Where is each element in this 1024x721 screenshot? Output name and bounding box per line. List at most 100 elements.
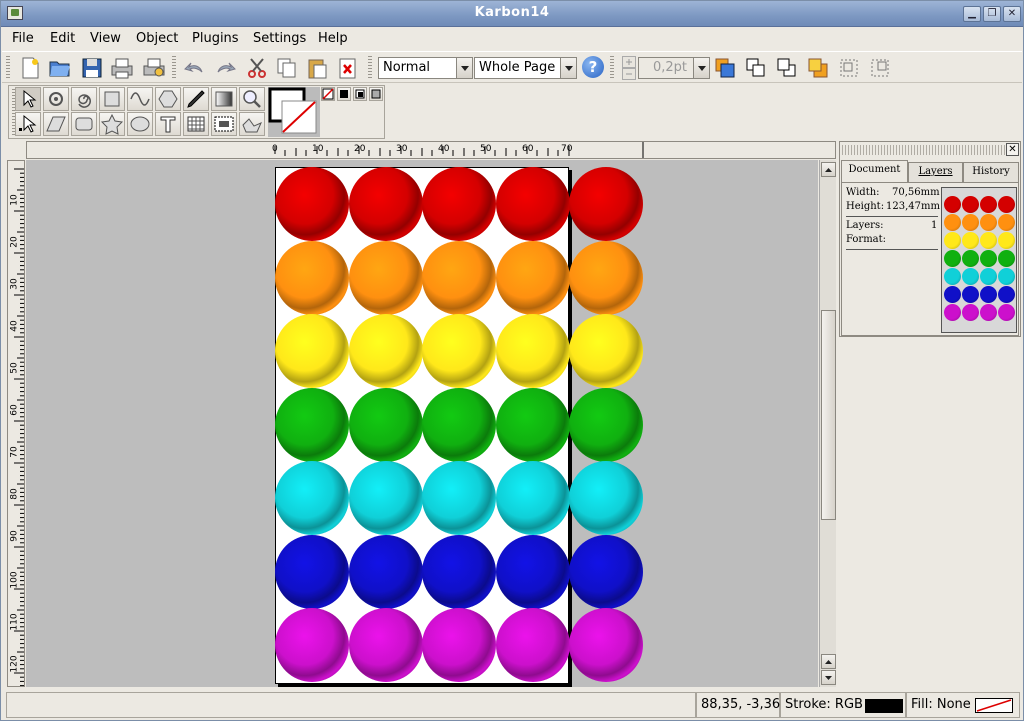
color-circle[interactable] <box>275 167 349 241</box>
toolbar-grip[interactable] <box>6 56 10 80</box>
color-circle[interactable] <box>495 314 570 388</box>
fill-indicator[interactable]: Fill: None <box>906 692 1020 718</box>
color-circle[interactable] <box>495 167 570 241</box>
blend-mode-select[interactable]: Normal <box>378 57 473 79</box>
menu-object[interactable]: Object <box>136 31 178 46</box>
color-circle[interactable] <box>348 240 423 315</box>
color-circle[interactable] <box>422 461 496 535</box>
menu-help[interactable]: Help <box>318 31 348 46</box>
stroke-width-field[interactable]: 0,2pt <box>638 57 710 79</box>
text-tool[interactable] <box>155 112 181 136</box>
shear-tool[interactable] <box>43 112 69 136</box>
select-tool[interactable] <box>15 87 41 111</box>
page-thumbnail[interactable] <box>941 187 1017 333</box>
color-circle[interactable] <box>275 608 349 682</box>
color-circle[interactable] <box>569 167 643 241</box>
color-circle[interactable] <box>495 240 570 315</box>
menu-edit[interactable]: Edit <box>50 31 75 46</box>
scroll-up-button[interactable] <box>821 162 836 177</box>
color-circle[interactable] <box>348 461 423 535</box>
delete-icon[interactable] <box>336 56 360 80</box>
vertical-scrollbar[interactable] <box>819 160 836 687</box>
color-circle[interactable] <box>275 314 349 388</box>
print-icon[interactable] <box>110 56 134 80</box>
minimize-button[interactable]: ▁ <box>963 6 981 22</box>
chevron-down-icon[interactable] <box>560 58 576 78</box>
stroke-width-stepper[interactable] <box>622 56 636 80</box>
zoom-tool[interactable] <box>239 87 265 111</box>
color-circle[interactable] <box>348 387 423 462</box>
color-circle[interactable] <box>569 461 643 535</box>
color-circle[interactable] <box>569 387 643 462</box>
stroke-fill-color-well[interactable] <box>268 87 320 137</box>
chevron-down-icon[interactable] <box>693 58 709 78</box>
color-circle[interactable] <box>495 534 570 609</box>
ungroup-icon[interactable] <box>868 56 892 80</box>
color-circle[interactable] <box>495 608 570 682</box>
lower-icon[interactable] <box>775 56 799 80</box>
color-circle[interactable] <box>569 314 643 388</box>
rotate-tool[interactable] <box>43 87 69 111</box>
color-circle[interactable] <box>422 314 496 388</box>
polygon-tool[interactable] <box>155 87 181 111</box>
scroll-down-button[interactable] <box>821 670 836 685</box>
new-document-icon[interactable] <box>18 56 42 80</box>
paste-icon[interactable] <box>305 56 329 80</box>
color-circle[interactable] <box>569 534 643 609</box>
copy-icon[interactable] <box>275 56 299 80</box>
color-circle[interactable] <box>569 240 643 315</box>
close-button[interactable]: ✕ <box>1003 6 1021 22</box>
pencil-tool[interactable] <box>183 87 209 111</box>
color-circle[interactable] <box>422 240 496 315</box>
color-circle[interactable] <box>275 240 349 315</box>
raise-icon[interactable] <box>744 56 768 80</box>
menu-settings[interactable]: Settings <box>253 31 306 46</box>
color-circle[interactable] <box>348 534 423 609</box>
color-circle[interactable] <box>422 534 496 609</box>
select-nodes-tool[interactable] <box>15 112 41 136</box>
print-preview-icon[interactable] <box>142 56 166 80</box>
send-to-back-icon[interactable] <box>806 56 830 80</box>
color-circle[interactable] <box>495 461 570 535</box>
chevron-down-icon[interactable] <box>456 58 472 78</box>
maximize-button[interactable]: ❐ <box>983 6 1001 22</box>
rectangle-tool[interactable] <box>99 87 125 111</box>
cut-icon[interactable] <box>245 56 269 80</box>
bezier-tool[interactable] <box>239 112 265 136</box>
menu-view[interactable]: View <box>90 31 121 46</box>
gradient-tool[interactable] <box>211 87 237 111</box>
save-icon[interactable] <box>80 56 104 80</box>
scroll-thumb[interactable] <box>821 310 836 520</box>
help-icon[interactable]: ? <box>582 56 604 78</box>
color-circle[interactable] <box>348 167 423 241</box>
star-tool[interactable] <box>99 112 125 136</box>
no-color-button[interactable] <box>321 87 335 101</box>
tab-document[interactable]: Document <box>841 160 908 183</box>
pattern-tool[interactable] <box>183 112 209 136</box>
color-circle[interactable] <box>275 534 349 609</box>
docker-close-icon[interactable]: ✕ <box>1006 143 1019 156</box>
color-circle[interactable] <box>422 387 496 462</box>
image-tool[interactable] <box>211 112 237 136</box>
default-colors-button[interactable] <box>337 87 351 101</box>
ellipse-tool[interactable] <box>127 112 153 136</box>
swap-colors-button[interactable] <box>353 87 367 101</box>
tab-history[interactable]: History <box>963 162 1019 182</box>
color-circle[interactable] <box>275 461 349 535</box>
color-circle[interactable] <box>495 387 570 462</box>
tab-layers[interactable]: Layers <box>908 162 963 182</box>
zoom-select[interactable]: Whole Page <box>474 57 577 79</box>
color-circle[interactable] <box>422 608 496 682</box>
document-page[interactable] <box>275 167 643 684</box>
stroke-indicator[interactable]: Stroke: RGB <box>780 692 906 718</box>
undo-icon[interactable] <box>182 56 206 80</box>
color-circle[interactable] <box>348 608 423 682</box>
color-circle[interactable] <box>569 608 643 682</box>
docker-grip[interactable] <box>842 145 1006 155</box>
spiral-tool[interactable] <box>71 87 97 111</box>
gradient-color-button[interactable] <box>369 87 383 101</box>
color-circle[interactable] <box>275 387 349 462</box>
scroll-up-button[interactable] <box>821 654 836 669</box>
menu-file[interactable]: File <box>12 31 34 46</box>
color-circle[interactable] <box>422 167 496 241</box>
